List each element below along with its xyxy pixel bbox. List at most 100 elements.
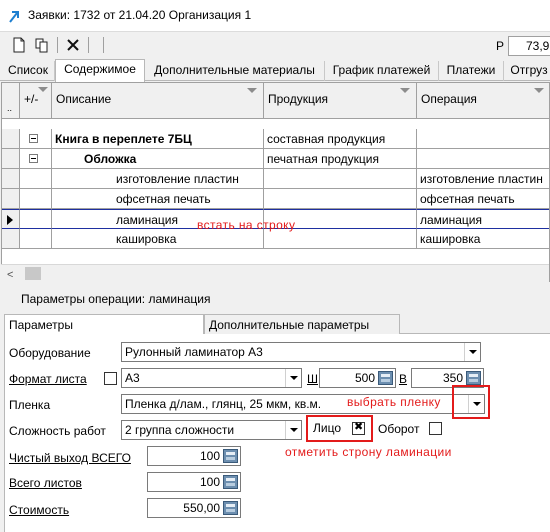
- contents-grid: .. +/- Описание Продукция Операция Книга…: [1, 82, 550, 282]
- sort-arrow-icon: [38, 87, 48, 92]
- net-output-label[interactable]: Чистый выход ВСЕГО: [9, 451, 131, 465]
- row-indicator: [2, 149, 20, 169]
- col-header-description-label: Описание: [56, 92, 112, 106]
- copy-icon[interactable]: [33, 36, 51, 54]
- tree-cell: [20, 189, 52, 209]
- product-cell: [264, 189, 417, 209]
- chevron-down-icon[interactable]: [464, 343, 480, 361]
- calculator-icon[interactable]: [466, 371, 481, 385]
- tree-cell: [20, 169, 52, 189]
- toolbar-r-label: Р: [496, 39, 505, 53]
- col-header-product-label: Продукция: [268, 92, 329, 106]
- annotation-select-film: выбрать пленку: [345, 395, 443, 409]
- table-row[interactable]: офсетная печать офсетная печать: [2, 189, 549, 209]
- description-cell: Книга в переплете 7БЦ: [52, 129, 264, 149]
- calculator-icon[interactable]: [223, 449, 238, 463]
- tab-contents[interactable]: Содержимое: [55, 59, 145, 82]
- net-output-field[interactable]: 100: [147, 446, 241, 466]
- collapse-icon[interactable]: [29, 154, 38, 163]
- tab-parameters[interactable]: Параметры: [4, 314, 204, 335]
- equipment-value: Рулонный ламинатор А3: [125, 345, 263, 359]
- complexity-value: 2 группа сложности: [125, 423, 235, 437]
- horizontal-scrollbar[interactable]: <: [1, 264, 549, 282]
- product-cell: печатная продукция: [264, 149, 417, 169]
- col-header-operation-label: Операция: [421, 92, 477, 106]
- sheet-format-label[interactable]: Формат листа: [9, 372, 87, 386]
- tree-cell: [20, 129, 52, 149]
- col-header-operation[interactable]: Операция: [417, 83, 549, 119]
- total-sheets-label[interactable]: Всего листов: [9, 476, 82, 490]
- col-header-description[interactable]: Описание: [52, 83, 264, 119]
- face-checkbox[interactable]: [352, 420, 365, 435]
- film-value: Пленка д/лам., глянц, 25 мкм, кв.м.: [125, 397, 322, 411]
- sort-arrow-icon: [400, 88, 410, 93]
- tab-additional-parameters[interactable]: Дополнительные параметры: [204, 314, 400, 335]
- complexity-label: Сложность работ: [9, 424, 106, 438]
- new-document-icon[interactable]: [10, 36, 28, 54]
- width-value: 500: [354, 371, 375, 385]
- scroll-thumb[interactable]: [25, 267, 41, 280]
- width-label[interactable]: Ш: [307, 372, 318, 386]
- delete-icon[interactable]: [64, 36, 82, 54]
- highlight-film-dropdown: [452, 385, 490, 419]
- equipment-select[interactable]: Рулонный ламинатор А3: [121, 342, 481, 362]
- description-cell: Обложка: [52, 149, 264, 169]
- scroll-left-icon[interactable]: <: [7, 269, 13, 281]
- product-cell: [264, 169, 417, 189]
- table-row[interactable]: Обложка печатная продукция: [2, 149, 549, 169]
- toolbar-separator: [103, 37, 104, 53]
- cost-label[interactable]: Стоимость: [9, 503, 69, 517]
- height-label[interactable]: В: [399, 372, 407, 386]
- calculator-icon[interactable]: [223, 501, 238, 515]
- operation-parameters-title: Параметры операции: ламинация: [21, 292, 211, 306]
- tab-additional-materials[interactable]: Дополнительные материалы: [145, 61, 325, 81]
- operation-cell: [417, 129, 549, 149]
- annotation-select-row: встать на строку: [197, 218, 296, 232]
- toolbar-separator: [88, 37, 89, 53]
- operation-cell: [417, 149, 549, 169]
- tree-cell: [20, 149, 52, 169]
- col-header-expand[interactable]: +/-: [20, 83, 52, 119]
- tab-list[interactable]: Список: [2, 61, 55, 81]
- chevron-down-icon[interactable]: [285, 421, 301, 439]
- cost-field[interactable]: 550,00: [147, 498, 241, 518]
- title-bar: Заявки: 1732 от 21.04.20 Организация 1: [0, 0, 550, 32]
- total-sheets-field[interactable]: 100: [147, 472, 241, 492]
- width-field[interactable]: 500: [319, 368, 396, 388]
- parameter-tabs: Параметры Дополнительные параметры: [4, 314, 550, 335]
- tab-shipments[interactable]: Отгруз: [504, 61, 550, 81]
- back-label: Оборот: [378, 422, 420, 436]
- calculator-icon[interactable]: [223, 475, 238, 489]
- row-indicator: [2, 229, 20, 249]
- window-title: Заявки: 1732 от 21.04.20 Организация 1: [28, 8, 252, 22]
- toolbar-separator: [57, 37, 58, 53]
- tab-payment-schedule[interactable]: График платежей: [325, 61, 439, 81]
- operation-cell: офсетная печать: [417, 189, 549, 209]
- tree-cell: [20, 209, 52, 229]
- product-cell: составная продукция: [264, 129, 417, 149]
- tree-cell: [20, 229, 52, 249]
- chevron-down-icon[interactable]: [285, 369, 301, 387]
- col-header-expand-label: +/-: [24, 92, 39, 106]
- total-sheets-value: 100: [199, 475, 220, 489]
- toolbar-r-field[interactable]: 73,9: [508, 36, 550, 56]
- sort-arrow-icon: [534, 88, 544, 93]
- table-row[interactable]: Книга в переплете 7БЦ составная продукци…: [2, 129, 549, 149]
- col-header-product[interactable]: Продукция: [264, 83, 417, 119]
- collapse-icon[interactable]: [29, 134, 38, 143]
- row-indicator: [2, 209, 20, 229]
- description-cell: изготовление пластин: [52, 169, 264, 189]
- arrow-icon: [9, 11, 19, 23]
- table-row[interactable]: изготовление пластин изготовление пласти…: [2, 169, 549, 189]
- back-checkbox[interactable]: [429, 422, 442, 435]
- sheet-format-select[interactable]: А3: [121, 368, 302, 388]
- calculator-icon[interactable]: [378, 371, 393, 385]
- operation-cell: изготовление пластин: [417, 169, 549, 189]
- sheet-format-checkbox[interactable]: [104, 372, 117, 385]
- complexity-select[interactable]: 2 группа сложности: [121, 420, 302, 440]
- operation-cell: ламинация: [417, 209, 549, 229]
- net-output-value: 100: [199, 449, 220, 463]
- tab-payments[interactable]: Платежи: [439, 61, 504, 81]
- toolbar: Р 73,9: [0, 33, 550, 59]
- table-row[interactable]: кашировка кашировка: [2, 229, 549, 249]
